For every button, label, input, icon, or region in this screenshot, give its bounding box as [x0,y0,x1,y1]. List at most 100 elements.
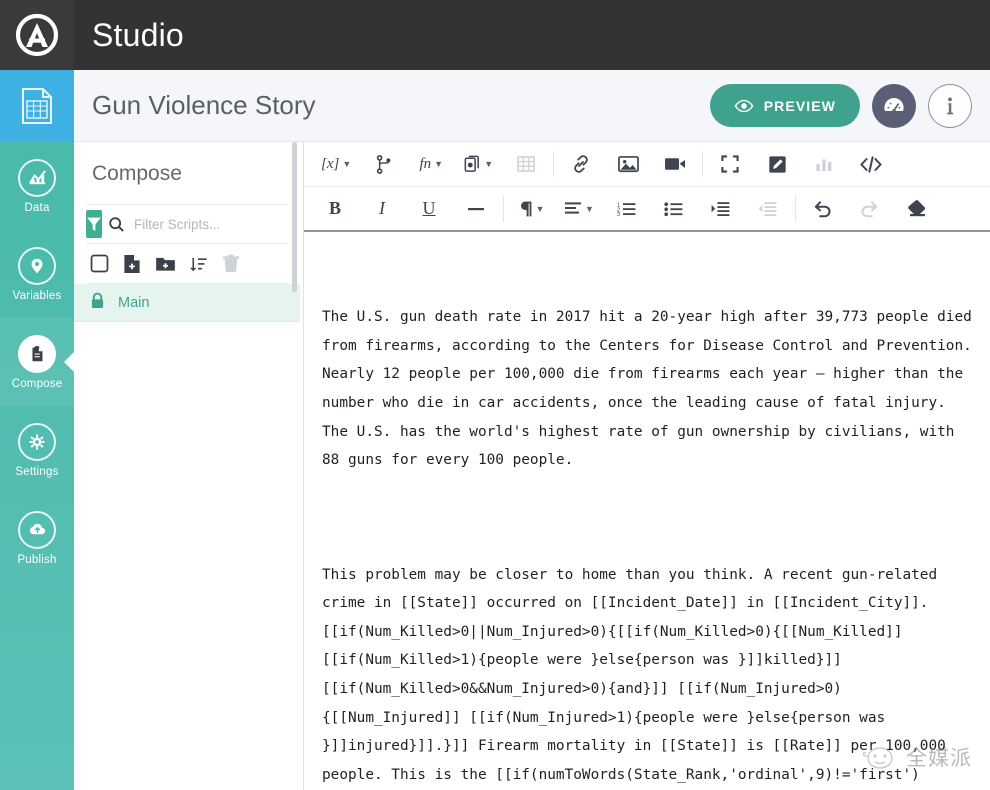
redo-button[interactable] [853,192,887,226]
location-pin-icon [18,246,56,285]
preview-button-label: PREVIEW [763,97,836,114]
editor-pane: [x] ▼ fn ▼ ▼ B I U ▼ ▼ 1 2 3 The U.S. gu… [304,142,990,790]
fullscreen-icon [721,155,739,173]
indent-button[interactable] [704,192,738,226]
clipboard-icon [18,334,56,373]
gear-icon [18,422,56,461]
editor-toolbar-row-2: B I U ▼ ▼ 1 2 3 [304,187,990,232]
insert-variable-button[interactable]: [x] ▼ [318,147,354,181]
studio-app: Studio Data Variables Compose Settings P… [0,0,990,790]
new-folder-button[interactable] [155,255,176,273]
editor-toolbar-row-1: [x] ▼ fn ▼ ▼ [304,142,990,187]
unordered-list-icon [664,201,683,216]
document-editor[interactable]: The U.S. gun death rate in 2017 hit a 20… [304,232,990,790]
app-logo[interactable] [0,0,74,70]
performance-gauge-button[interactable] [872,83,916,128]
fullscreen-button[interactable] [713,147,747,181]
link-icon [574,155,588,173]
sidebar-item-compose[interactable]: Compose [0,318,75,406]
italic-button[interactable]: I [365,192,399,226]
sidebar-item-settings[interactable]: Settings [0,406,74,494]
sort-button[interactable] [190,255,208,273]
info-icon [947,97,953,114]
sidebar-label-data: Data [24,201,50,214]
toolbar-separator [702,151,704,177]
rail-top-tile[interactable] [0,70,74,142]
video-icon [665,158,686,170]
sidebar-item-data[interactable]: Data [0,142,74,230]
document-paragraph-2: This problem may be closer to home than … [322,566,946,783]
delete-button[interactable] [222,254,240,273]
underline-label: U [422,198,436,218]
undo-icon [815,200,831,217]
select-all-checkbox[interactable] [90,254,109,273]
new-script-button[interactable] [123,254,141,274]
insert-function-button[interactable]: fn ▼ [414,147,448,181]
toolbar-separator [553,151,555,177]
page-header: Gun Violence Story PREVIEW [74,70,990,142]
redo-icon [861,200,878,217]
align-button[interactable]: ▼ [561,192,597,226]
table-icon [517,156,535,172]
outdent-icon [759,201,777,216]
outdent-button[interactable] [751,192,785,226]
paragraph-style-button[interactable]: ▼ [514,192,548,226]
sidebar-item-variables[interactable]: Variables [0,230,74,318]
chart-circle-icon [18,158,56,197]
insert-table-button[interactable] [509,147,543,181]
insert-function-label: fn [419,155,432,172]
insert-image-button[interactable] [611,147,645,181]
script-item-main[interactable]: Main [74,284,300,322]
page-title: Gun Violence Story [92,90,316,120]
preview-button[interactable]: PREVIEW [709,84,860,127]
copy-icon [464,155,480,172]
bold-label: B [328,198,341,218]
chevron-down-icon: ▼ [585,203,594,214]
svg-text:3: 3 [617,212,620,217]
code-icon [860,155,882,173]
info-button[interactable] [928,83,972,128]
unordered-list-button[interactable] [657,192,691,226]
speedometer-icon [884,97,904,113]
ordered-list-button[interactable]: 1 2 3 [610,192,644,226]
script-list: Main [74,284,300,322]
clear-formatting-button[interactable] [900,192,934,226]
content-area: Compose Filter Scripts... Main [x] ▼ fn … [74,142,990,790]
chevron-down-icon: ▼ [484,159,494,169]
main-column: Gun Violence Story PREVIEW Compose Filte… [74,70,990,790]
underline-button[interactable]: U [412,192,446,226]
stats-icon [816,158,832,171]
italic-label: I [379,198,385,218]
bold-button[interactable]: B [318,192,352,226]
minus-icon [468,207,484,210]
source-code-button[interactable] [854,147,888,181]
insert-video-button[interactable] [658,147,692,181]
header-actions: PREVIEW [709,83,972,128]
compose-heading: Compose [92,162,182,185]
insert-snippet-button[interactable]: ▼ [461,147,496,181]
insert-branch-button[interactable] [367,147,401,181]
filter-scripts-input[interactable] [134,216,311,232]
edit-mode-button[interactable] [760,147,794,181]
cloud-upload-icon [18,510,56,549]
strikethrough-button[interactable] [459,192,493,226]
filter-row [86,204,311,244]
compose-tool-row [86,244,288,284]
search-icon[interactable] [108,216,125,233]
brand-area: Studio [74,0,990,70]
pencil-square-icon [769,155,786,173]
compose-panel-scrollbar[interactable] [292,142,297,790]
sidebar-label-variables: Variables [12,289,62,302]
insert-link-button[interactable] [564,147,598,181]
align-left-icon [565,201,581,214]
branch-icon [377,154,391,174]
chevron-down-icon: ▼ [342,159,352,169]
image-icon [617,156,639,173]
undo-button[interactable] [806,192,840,226]
sidebar-label-settings: Settings [15,465,59,478]
sidebar-item-publish[interactable]: Publish [0,494,74,582]
script-item-label: Main [118,294,150,311]
text-stats-button[interactable] [807,147,841,181]
funnel-filter-icon[interactable] [86,210,102,238]
chevron-down-icon: ▼ [535,203,545,214]
